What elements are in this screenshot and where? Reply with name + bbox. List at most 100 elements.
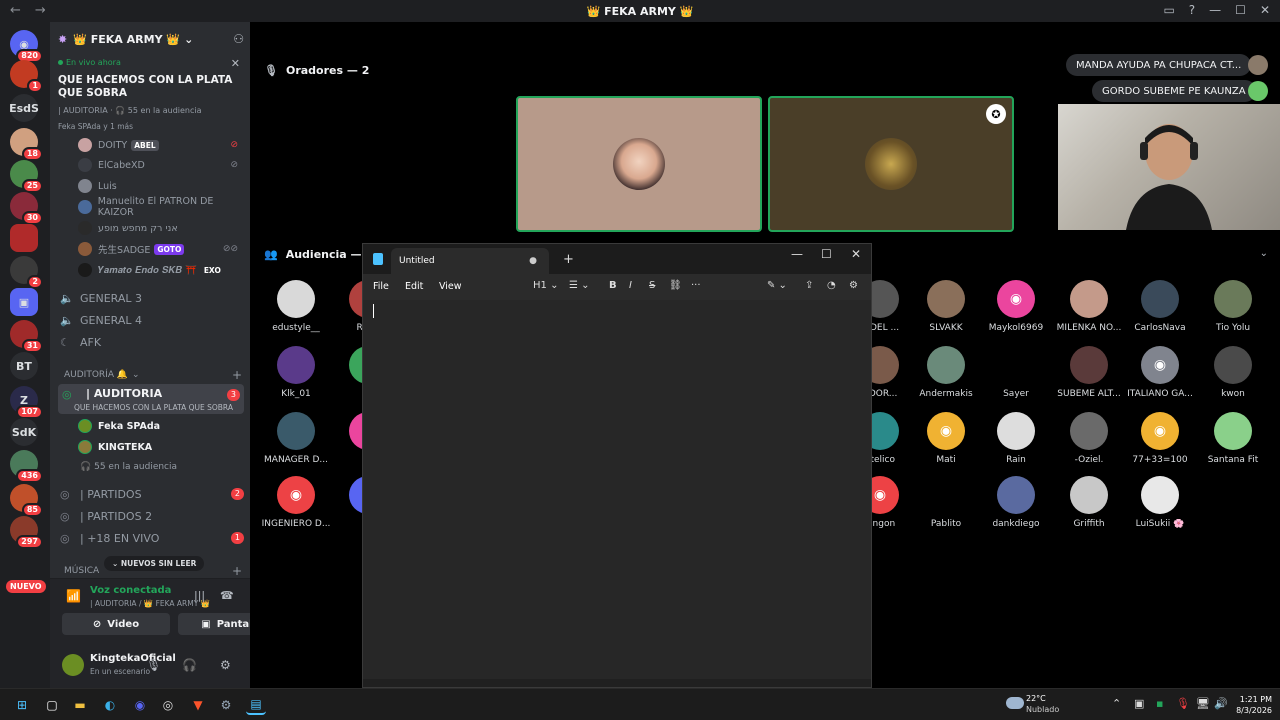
stage-speaker[interactable]: Feka SPAda [78,417,160,435]
stage-channel-18-en-vivo[interactable]: ◎ | +18 EN VIVO 1 [58,528,244,548]
folder-icon[interactable]: ▣ [10,288,38,316]
server-icon[interactable]: 1 [10,60,43,93]
voice-channel-afk[interactable]: ☾ AFK [58,332,244,352]
audience-member[interactable]: Klk_01 [260,346,332,406]
network-icon[interactable]: 🖥 [1196,697,1210,710]
brave-icon[interactable]: ▼ [188,695,208,715]
italic-icon[interactable]: I [629,280,632,291]
audience-member[interactable]: ◉ Mati [910,412,982,472]
audience-member[interactable]: ◉ ITALIANO GA... [1124,346,1196,406]
server-icon[interactable]: Z 107 [10,386,43,419]
audience-member[interactable]: Santana Fit [1197,412,1269,472]
server-icon[interactable]: 85 [10,484,43,517]
server-icon[interactable]: 436 [10,450,43,483]
audience-member[interactable]: ◉ Maykol6969 [980,280,1052,340]
tray-app-icon[interactable]: ▣ [1134,697,1144,710]
audience-member[interactable]: CarlosNava [1124,280,1196,340]
voice-location[interactable]: | AUDITORIA / 👑 FEKA ARMY 👑 [90,599,210,608]
discord-icon[interactable]: ◉ [130,695,150,715]
disconnect-icon[interactable]: ☎ [220,589,234,602]
server-icon[interactable]: 297 [10,516,43,549]
audience-member[interactable]: Griffith [1053,476,1125,536]
list-icon[interactable]: ☰ ⌄ [569,280,590,291]
video-button[interactable]: ⊘ Video [62,613,170,635]
server-icon[interactable] [10,224,38,252]
gear-icon[interactable]: ⚙ [220,658,231,672]
minimize-icon[interactable]: — [1209,3,1221,17]
add-channel-icon[interactable]: + [232,368,242,382]
mic-icon[interactable]: 🎙 [146,658,161,672]
username[interactable]: KingtekaOficial [90,653,176,664]
stage-channel-auditoria[interactable]: ◎ | AUDITORIA QUE HACEMOS CON LA PLATA Q… [58,384,244,414]
home-button[interactable]: ◉ 820 [10,30,43,63]
server-icon[interactable]: 31 [10,320,43,353]
task-view-icon[interactable]: ▢ [42,695,62,715]
voice-user[interactable]: 𝒀𝒂𝒎𝒂𝒕𝒐 𝑬𝒏𝒅𝒐 𝑺𝑲𝑩 ⛩️ EXO [78,261,224,279]
new-badge[interactable]: NUEVO [6,580,46,593]
audience-count[interactable]: 🎧 55 en la audiencia [80,462,177,472]
audience-member[interactable]: LuiSukii 🌸 [1124,476,1196,536]
server-icon[interactable]: 2 [10,256,43,289]
maximize-icon[interactable]: ☐ [1235,3,1246,17]
audience-member[interactable]: kwon [1197,346,1269,406]
voice-user[interactable]: 先生SADGE GOTO [78,240,185,258]
stage-channel-partidos[interactable]: ◎ | PARTIDOS 2 [58,484,244,504]
server-header[interactable]: ✸ 👑 FEKA ARMY 👑 ⌄ ⚇ [58,30,244,48]
heading-dropdown[interactable]: H1 ⌄ [533,280,558,291]
notepad-editor[interactable] [363,300,871,680]
notepad-taskbar-icon[interactable]: ▤ [246,695,266,715]
unsaved-dot-icon[interactable]: ● [529,256,537,266]
audience-member[interactable]: Sayer [980,346,1052,406]
voice-user[interactable]: Luis [78,177,117,195]
minimize-icon[interactable]: — [791,247,803,261]
voice-channel-general-4[interactable]: 🔈 GENERAL 4 [58,310,244,330]
audience-member[interactable]: ◉ INGENIERO D... [260,476,332,536]
close-icon[interactable]: ✕ [1260,3,1270,17]
inbox-icon[interactable]: ▭ [1163,3,1174,17]
audience-member[interactable]: Andermakis [910,346,982,406]
audience-member[interactable]: Rain [980,412,1052,472]
speaker-tile[interactable]: ✪ [768,96,1014,232]
system-clock[interactable]: 1:21 PM 8/3/2026 [1232,694,1272,716]
menu-edit[interactable]: Edit [405,281,423,292]
speaker-tile[interactable] [516,96,762,232]
avatar[interactable] [62,654,84,676]
share-icon[interactable]: ⇪ [805,280,813,291]
chat-message[interactable]: GORDO SUBEME PE KAUNZA [1092,80,1256,102]
noise-suppression-icon[interactable]: ||| [194,589,205,602]
menu-view[interactable]: View [439,281,462,292]
audience-member[interactable]: MILENKA NO... [1053,280,1125,340]
notepad-titlebar[interactable]: Untitled ● + — ☐ ✕ [363,244,871,274]
headphones-icon[interactable]: 🎧 [182,658,197,672]
chat-message[interactable]: MANDA AYUDA PA CHUPACA CT... [1066,54,1252,76]
audience-member[interactable]: SUBEME ALT... [1053,346,1125,406]
server-bt[interactable]: BT [10,352,38,380]
live-stage-card[interactable]: En vivo ahora ✕ QUE HACEMOS CON LA PLATA… [54,54,246,136]
copilot-icon[interactable]: ✎ ⌄ [767,280,787,291]
voice-user[interactable]: Manuelito El PATRON DE KAIZOR [78,196,250,218]
help-icon[interactable]: ? [1189,3,1195,17]
tray-app-icon[interactable]: ▪ [1156,697,1163,710]
file-explorer-icon[interactable]: ▬ [70,695,90,715]
new-unread-pill[interactable]: ⌄ NUEVOS SIN LEER [104,556,205,571]
strikethrough-icon[interactable]: S [649,280,655,291]
tab-untitled[interactable]: Untitled ● [391,248,549,274]
edge-icon[interactable]: ◐ [100,695,120,715]
audience-member[interactable]: ◉ 77+33=100 [1124,412,1196,472]
server-sdk[interactable]: SdK [10,418,38,446]
windows-start-icon[interactable]: ⊞ [12,695,32,715]
voice-channel-general-3[interactable]: 🔈 GENERAL 3 [58,288,244,308]
stage-channel-partidos-2[interactable]: ◎ | PARTIDOS 2 [58,506,244,526]
audience-member[interactable]: edustyle__ [260,280,332,340]
stage-speaker[interactable]: KINGTEKA [78,438,152,456]
close-icon[interactable]: ✕ [231,57,240,70]
voice-user[interactable]: ElCabeXD [78,156,145,174]
maximize-icon[interactable]: ☐ [821,247,832,261]
server-icon[interactable]: 30 [10,192,43,225]
gear-icon[interactable]: ⚙ [849,280,858,291]
voice-user[interactable]: אני רק מחפש מופע [78,219,178,237]
account-icon[interactable]: ◔ [827,280,836,291]
link-icon[interactable]: ⛓ [669,280,682,291]
menu-file[interactable]: File [373,281,389,292]
voice-status[interactable]: Voz conectada [90,585,171,596]
